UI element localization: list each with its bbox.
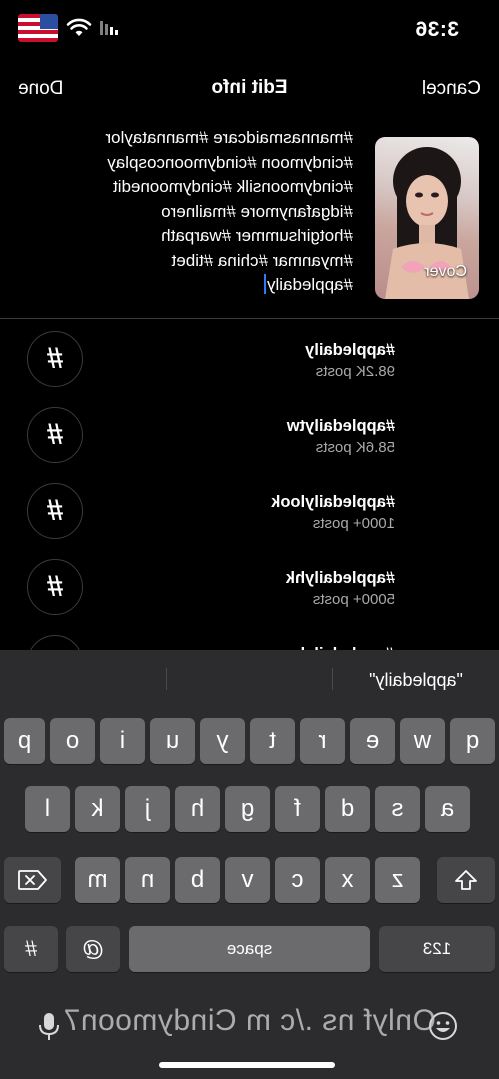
hashtag-name: #appledaily bbox=[305, 341, 395, 359]
key-m[interactable]: m bbox=[75, 857, 120, 903]
hashtag-suggestion[interactable]: # #appledaily 98.2K posts bbox=[0, 323, 499, 399]
key-n[interactable]: n bbox=[125, 857, 170, 903]
watermark-text: Onlyf ns ./c m Cindymoon7 bbox=[63, 1004, 436, 1037]
hashtag-icon: # bbox=[27, 407, 83, 463]
key-h[interactable]: h bbox=[175, 786, 220, 832]
key-q[interactable]: q bbox=[450, 718, 495, 764]
key-k[interactable]: k bbox=[75, 786, 120, 832]
backspace-key[interactable] bbox=[4, 857, 61, 903]
key-b[interactable]: b bbox=[175, 857, 220, 903]
key-e[interactable]: e bbox=[350, 718, 395, 764]
key-z[interactable]: z bbox=[375, 857, 420, 903]
prediction-divider bbox=[332, 668, 333, 690]
caption-line: #hotgirlsummer #warpath bbox=[161, 226, 353, 245]
key-d[interactable]: d bbox=[325, 786, 370, 832]
caption-line: #myanmar #china #tibet bbox=[171, 250, 353, 270]
key-w[interactable]: w bbox=[400, 718, 445, 764]
hashtag-post-count: 98.2K posts bbox=[315, 363, 395, 380]
key-j[interactable]: j bbox=[125, 786, 170, 832]
caption-line: #idgafanymore #mailnero bbox=[161, 201, 353, 221]
hashtag-name: #appledailytw bbox=[286, 417, 395, 435]
key-x[interactable]: x bbox=[325, 857, 370, 903]
status-time: 3:36 bbox=[414, 18, 459, 41]
flag-icon bbox=[18, 14, 58, 42]
caption-line: #cindymoonsilk #cindymoonedit bbox=[112, 177, 353, 196]
page-title: Edit info bbox=[211, 77, 288, 98]
wifi-icon bbox=[66, 18, 92, 36]
status-bar: 3:36 bbox=[0, 0, 499, 62]
nav-bar: Cancel Edit info Done bbox=[0, 64, 499, 114]
backspace-icon bbox=[18, 870, 48, 890]
text-cursor bbox=[263, 274, 266, 294]
key-v[interactable]: v bbox=[225, 857, 270, 903]
shift-icon bbox=[455, 870, 477, 890]
key-i[interactable]: i bbox=[100, 718, 145, 764]
key-f[interactable]: f bbox=[275, 786, 320, 832]
key-y[interactable]: y bbox=[200, 718, 245, 764]
signal-icon bbox=[100, 21, 118, 35]
key-u[interactable]: u bbox=[150, 718, 195, 764]
caption-current-text: #appledaily bbox=[266, 275, 353, 294]
caption-line: #cindymoon #cindymooncosplay bbox=[107, 152, 353, 172]
hashtag-suggestion[interactable]: # #appledailytw 58.6K posts bbox=[0, 399, 499, 475]
key-a[interactable]: a bbox=[425, 786, 470, 832]
key-g[interactable]: g bbox=[225, 786, 270, 832]
key-p[interactable]: p bbox=[4, 718, 45, 764]
cover-thumbnail[interactable]: Cover bbox=[375, 137, 479, 299]
space-key[interactable]: space bbox=[129, 926, 370, 972]
divider bbox=[0, 318, 499, 319]
prediction-word[interactable]: "appledaily" bbox=[333, 670, 499, 691]
hashtag-post-count: 1000+ posts bbox=[312, 515, 395, 532]
hashtag-icon: # bbox=[27, 331, 83, 387]
key-r[interactable]: r bbox=[300, 718, 345, 764]
hashtag-name: #appledailyhk bbox=[285, 569, 395, 587]
hashtag-suggestion[interactable]: # #appledailyhk 5000+ posts bbox=[0, 551, 499, 627]
status-icons bbox=[18, 14, 118, 42]
hashtag-name: #appledailylook bbox=[271, 493, 395, 511]
key-t[interactable]: t bbox=[250, 718, 295, 764]
cover-label: Cover bbox=[424, 263, 467, 280]
home-indicator[interactable] bbox=[159, 1062, 335, 1068]
key-l[interactable]: l bbox=[25, 786, 70, 832]
key-o[interactable]: o bbox=[50, 718, 95, 764]
prediction-divider bbox=[166, 668, 167, 690]
key-c[interactable]: c bbox=[275, 857, 320, 903]
hashtag-post-count: 5000+ posts bbox=[312, 591, 395, 608]
at-key[interactable]: @ bbox=[66, 926, 120, 972]
mirrored-screen: 3:36 Cancel Edit info Done #mannasmaidca… bbox=[0, 0, 499, 1079]
caption-input[interactable]: #mannasmaidcare #mannataylor #cindymoon … bbox=[13, 126, 353, 301]
hashtag-icon: # bbox=[27, 483, 83, 539]
caption-line-current: #appledaily bbox=[13, 273, 353, 298]
hashtag-suggestion[interactable]: # #appledailylook 1000+ posts bbox=[0, 475, 499, 551]
key-s[interactable]: s bbox=[375, 786, 420, 832]
predictive-bar: "appledaily" bbox=[0, 650, 499, 706]
done-button[interactable]: Done bbox=[18, 78, 63, 100]
hashtag-post-count: 58.6K posts bbox=[315, 439, 395, 456]
hash-key[interactable]: # bbox=[4, 926, 58, 972]
caption-line: #mannasmaidcare #mannataylor bbox=[105, 128, 353, 147]
hashtag-icon: # bbox=[27, 559, 83, 615]
shift-key[interactable] bbox=[437, 857, 495, 903]
numbers-key[interactable]: 123 bbox=[379, 926, 495, 972]
